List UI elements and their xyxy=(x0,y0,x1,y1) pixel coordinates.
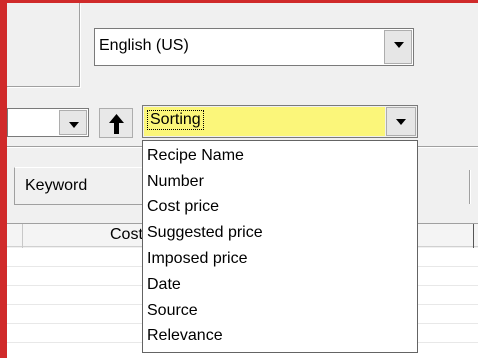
tab-separator xyxy=(469,170,471,204)
sort-dropdown-list[interactable]: Recipe Name Number Cost price Suggested … xyxy=(142,140,418,353)
chevron-down-icon[interactable] xyxy=(384,30,412,64)
arrow-up-icon xyxy=(109,114,124,134)
language-select[interactable]: English (US) xyxy=(94,28,414,66)
filter-select[interactable] xyxy=(7,108,89,137)
sort-option[interactable]: Recipe Name xyxy=(147,147,244,165)
sort-option[interactable]: Relevance xyxy=(147,327,223,345)
sort-select[interactable]: Sorting xyxy=(142,105,418,138)
sort-select-field[interactable]: Sorting xyxy=(144,107,385,136)
tab-keyword[interactable]: Keyword xyxy=(14,167,144,205)
chevron-down-icon[interactable] xyxy=(386,107,416,136)
sort-option[interactable]: Source xyxy=(147,302,198,320)
sort-option[interactable]: Cost price xyxy=(147,198,219,216)
sort-direction-button[interactable] xyxy=(99,108,133,138)
column-separator[interactable] xyxy=(22,224,23,248)
window-frame-left xyxy=(0,0,7,358)
sort-option[interactable]: Suggested price xyxy=(147,224,263,242)
language-select-value: English (US) xyxy=(99,37,189,54)
sort-option[interactable]: Imposed price xyxy=(147,250,248,268)
sort-option[interactable]: Number xyxy=(147,173,204,191)
tab-keyword-label: Keyword xyxy=(25,177,88,194)
chevron-down-icon[interactable] xyxy=(59,110,87,135)
top-panel xyxy=(7,3,80,87)
sort-select-value: Sorting xyxy=(147,110,204,130)
column-header-cost[interactable]: Cost xyxy=(110,226,143,244)
column-separator[interactable] xyxy=(473,224,474,248)
sort-option[interactable]: Date xyxy=(147,276,181,294)
